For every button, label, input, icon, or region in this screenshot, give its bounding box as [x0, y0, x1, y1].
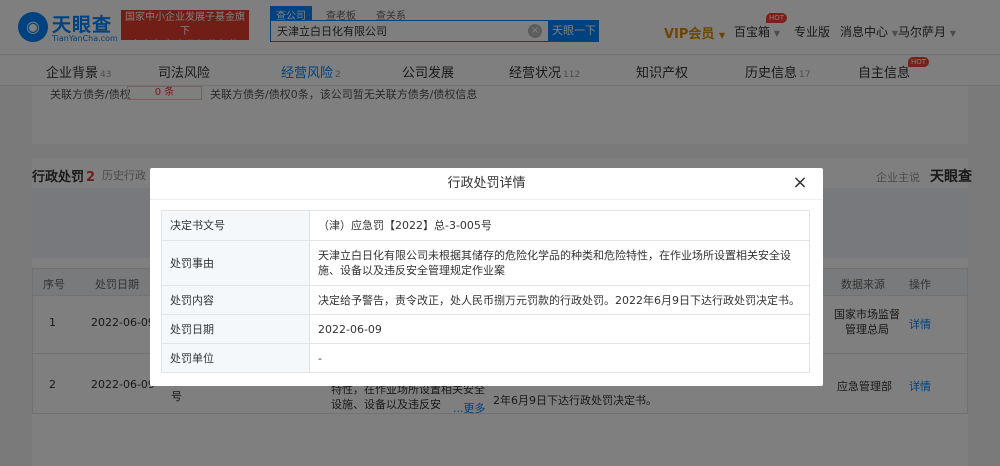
detail-label: 处罚单位	[161, 343, 310, 373]
detail-value: 决定给予警告，责令改正，处人民币捌万元罚款的行政处罚。2022年6月9日下达行政…	[309, 285, 810, 315]
detail-value: -	[309, 343, 810, 373]
close-icon[interactable]: ×	[791, 174, 809, 192]
detail-label: 决定书文号	[161, 210, 310, 241]
modal-title: 行政处罚详情	[150, 168, 823, 200]
detail-row-unit: 处罚单位 -	[161, 343, 810, 373]
detail-value: 天津立白日化有限公司未根据其储存的危险化学品的种类和危险特性，在作业场所设置相关…	[309, 240, 810, 286]
penalty-detail-modal: 行政处罚详情 × 决定书文号 （津）应急罚【2022】总-3-005号 处罚事由…	[150, 168, 823, 386]
detail-value: （津）应急罚【2022】总-3-005号	[309, 210, 810, 241]
detail-table: 决定书文号 （津）应急罚【2022】总-3-005号 处罚事由 天津立白日化有限…	[161, 210, 810, 373]
detail-value: 2022-06-09	[309, 314, 810, 344]
detail-row-decision-no: 决定书文号 （津）应急罚【2022】总-3-005号	[161, 210, 810, 241]
detail-row-reason: 处罚事由 天津立白日化有限公司未根据其储存的危险化学品的种类和危险特性，在作业场…	[161, 240, 810, 286]
detail-label: 处罚日期	[161, 314, 310, 344]
detail-label: 处罚事由	[161, 240, 310, 286]
detail-label: 处罚内容	[161, 285, 310, 315]
detail-row-date: 处罚日期 2022-06-09	[161, 314, 810, 344]
detail-row-content: 处罚内容 决定给予警告，责令改正，处人民币捌万元罚款的行政处罚。2022年6月9…	[161, 285, 810, 315]
